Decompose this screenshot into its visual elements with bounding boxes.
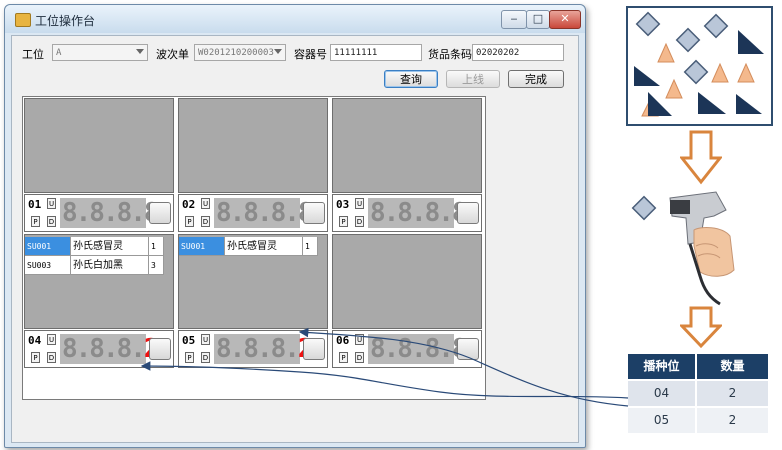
up-button[interactable]: U — [201, 334, 210, 345]
led-display: 8.8.8.2 — [60, 334, 160, 364]
station-value: A — [56, 48, 62, 58]
container-label: 容器号 — [294, 48, 327, 61]
wave-value: W0201210200003 — [198, 48, 274, 58]
led-display: 8.8.8.2 — [214, 334, 314, 364]
item-qty: 1 — [303, 237, 318, 256]
online-button[interactable]: 上线 — [446, 70, 500, 88]
position-number: 02 — [182, 198, 196, 211]
position-number: 03 — [336, 198, 350, 211]
confirm-button[interactable] — [457, 338, 479, 360]
table-cell-position: 04 — [628, 381, 695, 406]
list-item[interactable]: SU003 孙氏白加黑 3 — [25, 256, 164, 275]
p-button[interactable]: P — [31, 352, 40, 363]
barcode-scanner-icon — [631, 191, 735, 306]
up-button[interactable]: U — [47, 334, 56, 345]
client-area: 工位 A 波次单 W0201210200003 容器号 11111111 货品条… — [11, 35, 579, 443]
confirm-button[interactable] — [303, 202, 325, 224]
cell-04-controls: 04 U P D 8.8.8.2 — [24, 330, 174, 368]
workstation-window: 工位操作台 ‒ □ ✕ 工位 A 波次单 W0201210200003 容器号 … — [4, 4, 586, 448]
cell-03-controls: 03 U P D 8.8.8.8. — [332, 194, 482, 232]
table-cell-quantity: 2 — [697, 408, 768, 433]
led-display: 8.8.8.8. — [214, 198, 327, 228]
table-cell-quantity: 2 — [697, 381, 768, 406]
item-qty: 1 — [149, 237, 164, 256]
product-shapes-panel — [626, 6, 773, 126]
cell-06-controls: 06 U P D 8.8.8.8. — [332, 330, 482, 368]
led-display: 8.8.8.8. — [368, 334, 481, 364]
product-shapes-icon — [634, 11, 764, 117]
finish-button[interactable]: 完成 — [508, 70, 564, 88]
minimize-button[interactable]: ‒ — [501, 10, 527, 29]
station-label: 工位 — [22, 48, 44, 61]
cell-05-controls: 05 U P D 8.8.8.2 — [178, 330, 328, 368]
put-wall-grid: 01 U P D 8.8.8.8. 02 U P D 8.8.8.8. 03 U… — [22, 96, 486, 400]
arrow-down-icon — [680, 130, 722, 185]
item-code: SU001 — [25, 237, 71, 256]
station-select[interactable]: A — [52, 44, 148, 61]
d-button[interactable]: D — [47, 352, 56, 363]
wave-select[interactable]: W0201210200003 — [194, 44, 286, 61]
table-header-position: 播种位 — [628, 354, 695, 379]
list-item[interactable]: SU001 孙氏感冒灵 1 — [179, 237, 318, 256]
maximize-button[interactable]: □ — [526, 10, 550, 29]
cell-05-view: SU001 孙氏感冒灵 1 — [178, 234, 328, 329]
table-header-quantity: 数量 — [697, 354, 768, 379]
led-digits: 8.8.8. — [62, 334, 146, 364]
arrow-down-icon — [680, 306, 722, 349]
query-button[interactable]: 查询 — [384, 70, 438, 88]
barcode-label: 货品条码 — [428, 48, 472, 61]
position-number: 06 — [336, 334, 350, 347]
position-number: 01 — [28, 198, 42, 211]
container-field[interactable]: 11111111 — [330, 44, 422, 61]
d-button[interactable]: D — [47, 216, 56, 227]
d-button[interactable]: D — [355, 352, 364, 363]
d-button[interactable]: D — [355, 216, 364, 227]
item-qty: 3 — [149, 256, 164, 275]
up-button[interactable]: U — [355, 334, 364, 345]
item-code: SU003 — [25, 256, 71, 275]
cell-06-view — [332, 234, 482, 329]
up-button[interactable]: U — [201, 198, 210, 209]
cell-02-view — [178, 98, 328, 193]
p-button[interactable]: P — [185, 216, 194, 227]
led-digits: 8.8.8. — [216, 334, 300, 364]
chevron-down-icon — [274, 49, 282, 54]
wave-label: 波次单 — [156, 48, 189, 61]
item-name: 孙氏感冒灵 — [71, 237, 149, 256]
barcode-field[interactable]: 02020202 — [472, 44, 564, 61]
led-display: 8.8.8.8. — [368, 198, 481, 228]
cell-02-controls: 02 U P D 8.8.8.8. — [178, 194, 328, 232]
d-button[interactable]: D — [201, 216, 210, 227]
confirm-button[interactable] — [457, 202, 479, 224]
cell-03-view — [332, 98, 482, 193]
list-item[interactable]: SU001 孙氏感冒灵 1 — [25, 237, 164, 256]
cell-01-controls: 01 U P D 8.8.8.8. — [24, 194, 174, 232]
p-button[interactable]: P — [31, 216, 40, 227]
d-button[interactable]: D — [201, 352, 210, 363]
confirm-button[interactable] — [303, 338, 325, 360]
chevron-down-icon — [136, 49, 144, 54]
p-button[interactable]: P — [339, 352, 348, 363]
cell-01-view — [24, 98, 174, 193]
up-button[interactable]: U — [355, 198, 364, 209]
confirm-button[interactable] — [149, 202, 171, 224]
confirm-button[interactable] — [149, 338, 171, 360]
up-button[interactable]: U — [47, 198, 56, 209]
item-name: 孙氏感冒灵 — [225, 237, 303, 256]
cell-04-view: SU001 孙氏感冒灵 1 SU003 孙氏白加黑 3 — [24, 234, 174, 329]
table-cell-position: 05 — [628, 408, 695, 433]
title-bar[interactable]: 工位操作台 ‒ □ ✕ — [5, 5, 585, 33]
window-title: 工位操作台 — [35, 14, 96, 28]
close-button[interactable]: ✕ — [549, 10, 581, 29]
position-number: 04 — [28, 334, 42, 347]
app-icon — [15, 13, 31, 27]
led-display: 8.8.8.8. — [60, 198, 173, 228]
p-button[interactable]: P — [185, 352, 194, 363]
item-code: SU001 — [179, 237, 225, 256]
position-number: 05 — [182, 334, 196, 347]
item-name: 孙氏白加黑 — [71, 256, 149, 275]
p-button[interactable]: P — [339, 216, 348, 227]
